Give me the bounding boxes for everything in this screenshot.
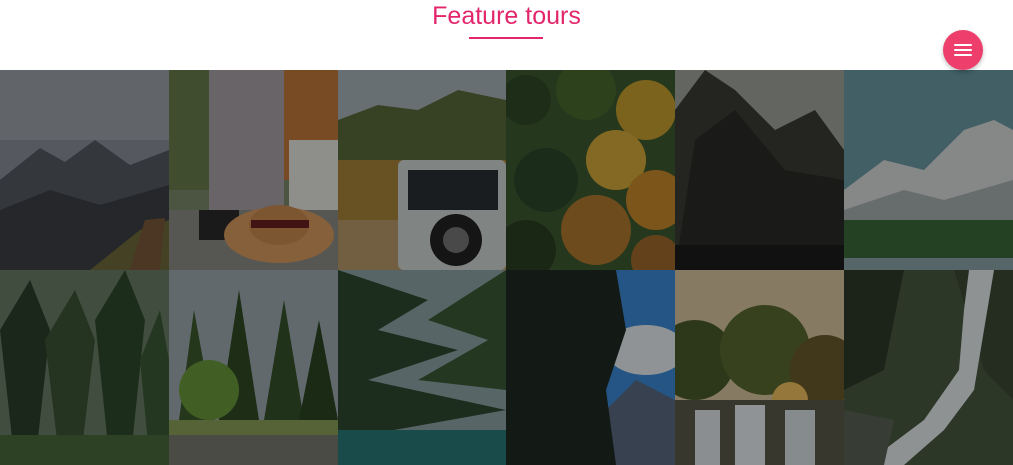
header-bar: Feature tours bbox=[0, 0, 1013, 70]
hamburger-icon bbox=[954, 54, 972, 56]
hamburger-icon bbox=[954, 44, 972, 46]
gallery-tile-pine-forest[interactable] bbox=[0, 270, 169, 465]
gallery-tile-branches-lake[interactable] bbox=[338, 270, 506, 465]
gallery-tile-straw-hat[interactable] bbox=[169, 70, 338, 270]
menu-button[interactable] bbox=[943, 30, 983, 70]
gallery-tile-snowy-lake[interactable] bbox=[844, 70, 1013, 270]
gallery-tile-mountain-ridge[interactable] bbox=[0, 70, 169, 270]
photo-gallery bbox=[0, 70, 1013, 465]
gallery-tile-pine-rocks[interactable] bbox=[169, 270, 338, 465]
gallery-tile-dark-mountain[interactable] bbox=[675, 70, 844, 270]
gallery-tile-mountain-waterfall[interactable] bbox=[844, 270, 1013, 465]
gallery-tile-autumn-forest[interactable] bbox=[506, 70, 675, 270]
hamburger-icon bbox=[954, 49, 972, 51]
gallery-tile-sunset-waterfall[interactable] bbox=[675, 270, 844, 465]
gallery-tile-jeep[interactable] bbox=[338, 70, 506, 270]
page-title: Feature tours bbox=[432, 2, 581, 30]
title-underline bbox=[469, 37, 543, 39]
gallery-tile-tree-silhouette[interactable] bbox=[506, 270, 675, 465]
